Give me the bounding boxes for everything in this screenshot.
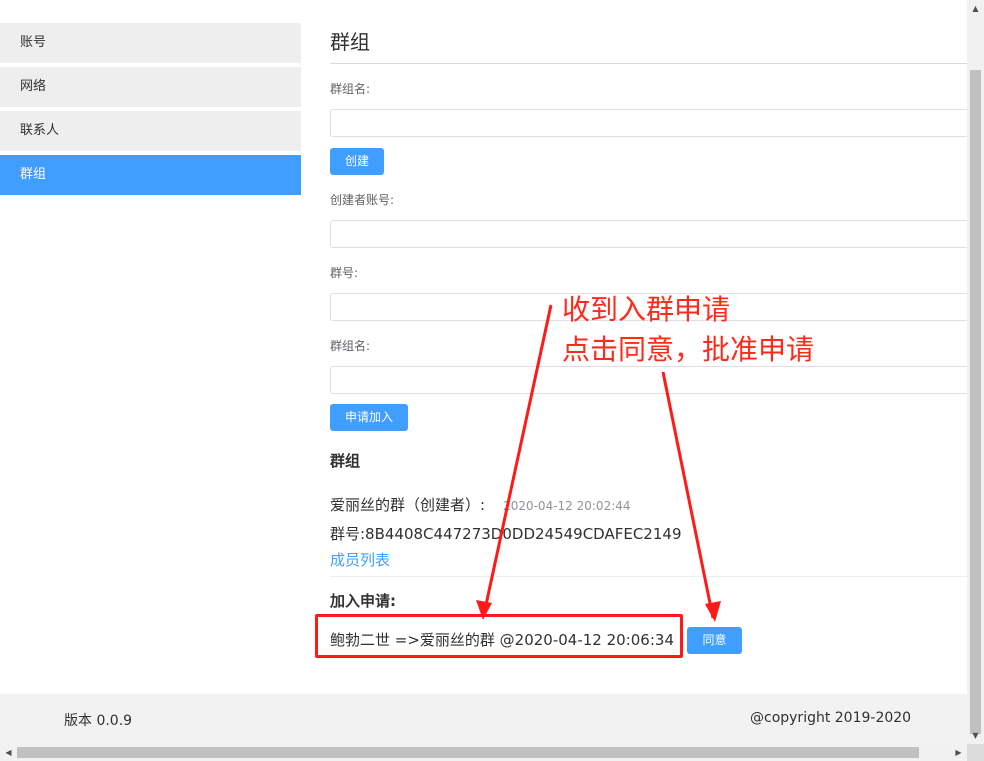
sidebar-item-network[interactable]: 网络 <box>0 67 301 107</box>
copyright-text: @copyright 2019-2020 <box>750 710 912 726</box>
annotation-arrow-request <box>482 304 553 615</box>
creator-account-input[interactable] <box>330 220 970 248</box>
scroll-right-icon[interactable]: ▶ <box>950 744 967 761</box>
sidebar-item-label: 账号 <box>20 35 47 50</box>
sidebar-item-account[interactable]: 账号 <box>0 23 301 63</box>
horizontal-scroll-thumb[interactable] <box>17 747 919 758</box>
groups-section-title: 群组 <box>330 452 361 470</box>
horizontal-scrollbar[interactable]: ◀ ▶ <box>0 744 967 761</box>
group-id-label: 群号: <box>330 266 359 280</box>
create-button[interactable]: 创建 <box>330 148 385 175</box>
join-group-name-input[interactable] <box>330 366 970 394</box>
group-id-line: 群号:8B4408C447273D0DD24549CDAFEC2149 <box>330 525 682 543</box>
apply-join-button[interactable]: 申请加入 <box>330 404 409 431</box>
annotation-highlight-box <box>315 614 683 658</box>
scrollbar-corner <box>967 744 984 761</box>
group-created-time: 2020-04-12 20:02:44 <box>503 499 631 513</box>
sidebar-item-label: 群组 <box>20 167 47 182</box>
footer: 版本 0.0.9 @copyright 2019-2020 <box>0 694 967 744</box>
title-divider <box>330 63 970 64</box>
annotation-arrowhead-agree <box>705 601 721 622</box>
annotation-line-1: 收到入群申请 <box>562 293 731 326</box>
group-name-creator: 爱丽丝的群（创建者）: <box>330 496 486 514</box>
version-text: 版本 0.0.9 <box>64 713 133 729</box>
vertical-scrollbar[interactable]: ▲ ▼ <box>967 0 984 744</box>
agree-button[interactable]: 同意 <box>687 627 742 654</box>
sidebar-item-label: 网络 <box>20 79 47 94</box>
join-group-name-label: 群组名: <box>330 339 371 353</box>
scroll-up-icon[interactable]: ▲ <box>967 0 984 17</box>
vertical-scroll-thumb[interactable] <box>970 70 981 734</box>
sidebar-item-groups[interactable]: 群组 <box>0 155 301 195</box>
sidebar: 账号 网络 联系人 群组 <box>0 23 301 199</box>
scroll-down-icon[interactable]: ▼ <box>967 727 984 744</box>
creator-account-label: 创建者账号: <box>330 193 395 207</box>
create-group-name-input[interactable] <box>330 109 970 137</box>
sidebar-item-contacts[interactable]: 联系人 <box>0 111 301 151</box>
sidebar-item-label: 联系人 <box>20 123 60 138</box>
group-info-line: 爱丽丝的群（创建者）: 2020-04-12 20:02:44 <box>330 494 631 515</box>
page: 账号 网络 联系人 群组 群组 群组名: 创建 创建者账号: 群号: 群组名: … <box>0 0 984 761</box>
annotation-text: 收到入群申请 点击同意，批准申请 <box>562 290 814 370</box>
group-divider <box>330 576 970 577</box>
annotation-line-2: 点击同意，批准申请 <box>562 333 815 366</box>
join-requests-title: 加入申请: <box>330 592 396 610</box>
scroll-left-icon[interactable]: ◀ <box>0 744 17 761</box>
member-list-link[interactable]: 成员列表 <box>330 549 390 570</box>
page-title: 群组 <box>330 30 370 54</box>
group-name-label: 群组名: <box>330 82 371 96</box>
annotation-arrow-agree <box>661 371 715 619</box>
